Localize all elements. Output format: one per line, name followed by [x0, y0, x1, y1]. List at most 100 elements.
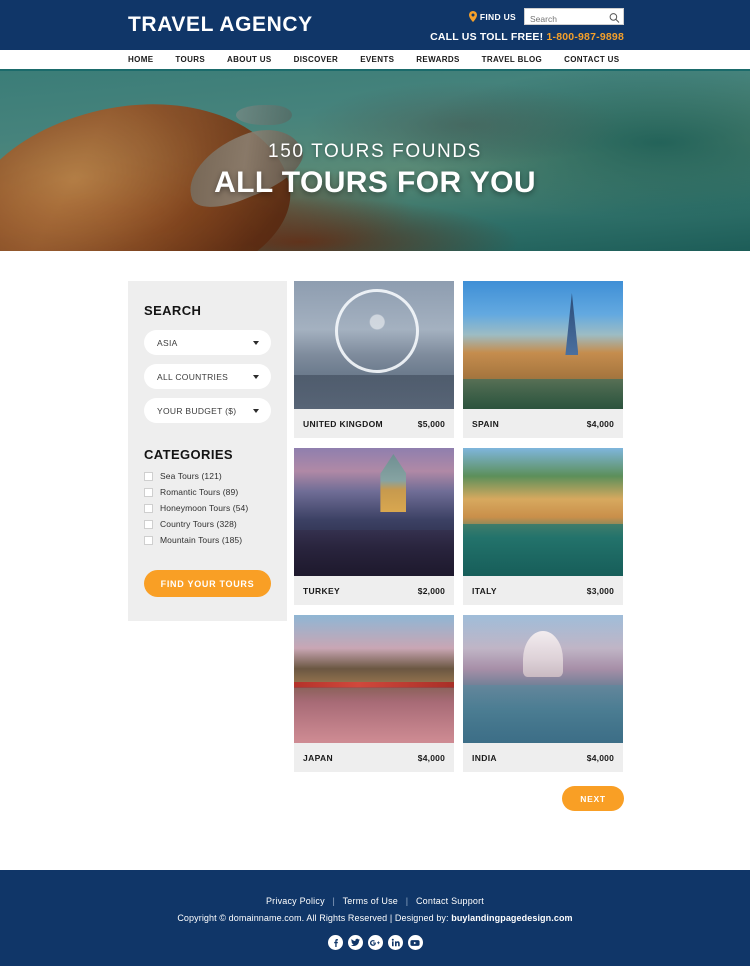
category-row[interactable]: Country Tours (328)	[144, 519, 271, 529]
tour-name: SPAIN	[472, 418, 500, 429]
tour-name: JAPAN	[303, 752, 333, 763]
checkbox-sea-tours[interactable]	[144, 471, 153, 481]
tour-price: $4,000	[417, 752, 445, 763]
google-plus-icon	[370, 939, 380, 946]
footer-link-privacy-policy[interactable]: Privacy Policy	[266, 896, 325, 906]
main-content: SEARCH ASIA ALL COUNTRIES YOUR BUDGET ($…	[0, 251, 750, 772]
category-label: Honeymoon Tours (54)	[160, 503, 249, 513]
chevron-down-icon	[253, 340, 259, 345]
toll-free-line: CALL US TOLL FREE! 1-800-987-9898	[430, 31, 624, 43]
tour-price: $4,000	[586, 418, 614, 429]
site-logo[interactable]: TRAVEL AGENCY	[128, 13, 313, 37]
tour-price: $3,000	[586, 585, 614, 596]
nav-item-events[interactable]: EVENTS	[360, 55, 394, 64]
tour-caption: INDIA $4,000	[463, 743, 623, 772]
category-row[interactable]: Honeymoon Tours (54)	[144, 503, 271, 513]
social-links	[0, 935, 750, 950]
tour-card[interactable]: SPAIN $4,000	[463, 281, 623, 438]
checkbox-mountain-tours[interactable]	[144, 535, 153, 545]
twitter-link[interactable]	[347, 935, 363, 950]
nav-item-home[interactable]: HOME	[128, 55, 153, 64]
header-search	[524, 8, 624, 27]
country-select[interactable]: ALL COUNTRIES	[144, 364, 271, 389]
tour-photo-italy[interactable]	[463, 448, 623, 576]
next-page-button[interactable]: NEXT	[562, 786, 624, 811]
fish-shape	[236, 105, 292, 125]
phone-number[interactable]: 1-800-987-9898	[546, 31, 624, 43]
tour-card[interactable]: TURKEY $2,000	[294, 448, 454, 605]
linkedin-icon	[391, 938, 400, 947]
tour-caption: ITALY $3,000	[463, 576, 623, 605]
hero-subtitle: 150 TOURS FOUNDS	[268, 141, 482, 162]
tour-name: INDIA	[472, 752, 497, 763]
call-label: CALL US TOLL FREE!	[430, 31, 544, 43]
checkbox-honeymoon-tours[interactable]	[144, 503, 153, 513]
tour-photo-india[interactable]	[463, 615, 623, 743]
nav-item-rewards[interactable]: REWARDS	[416, 55, 459, 64]
location-pin-icon	[468, 11, 477, 22]
chevron-down-icon	[253, 408, 259, 413]
find-your-tours-button[interactable]: FIND YOUR TOURS	[144, 570, 271, 597]
pagination: NEXT	[0, 772, 750, 811]
search-panel-title: SEARCH	[144, 303, 202, 318]
footer-link-contact-support[interactable]: Contact Support	[416, 896, 484, 906]
country-select-value: ALL COUNTRIES	[157, 371, 229, 382]
tour-card[interactable]: INDIA $4,000	[463, 615, 623, 772]
facebook-link[interactable]	[327, 935, 343, 950]
copyright-text: Copyright © domainname.com. All Rights R…	[177, 913, 449, 923]
nav-item-discover[interactable]: DISCOVER	[294, 55, 339, 64]
nav-item-tours[interactable]: TOURS	[175, 55, 205, 64]
footer-link-terms-of-use[interactable]: Terms of Use	[343, 896, 398, 906]
search-icon	[609, 12, 620, 23]
site-footer: Privacy Policy | Terms of Use | Contact …	[0, 870, 750, 966]
chevron-down-icon	[253, 374, 259, 379]
google-plus-link[interactable]	[367, 935, 383, 950]
category-row[interactable]: Sea Tours (121)	[144, 471, 271, 481]
nav-item-about-us[interactable]: ABOUT US	[227, 55, 272, 64]
category-row[interactable]: Mountain Tours (185)	[144, 535, 271, 545]
search-button[interactable]	[609, 11, 620, 23]
budget-select[interactable]: YOUR BUDGET ($)	[144, 398, 271, 423]
checkbox-romantic-tours[interactable]	[144, 487, 153, 497]
header-bar: TRAVEL AGENCY FIND US CA	[0, 0, 750, 50]
budget-select-value: YOUR BUDGET ($)	[157, 405, 237, 416]
category-label: Romantic Tours (89)	[160, 487, 239, 497]
filter-sidebar: SEARCH ASIA ALL COUNTRIES YOUR BUDGET ($…	[128, 281, 287, 621]
tour-caption: JAPAN $4,000	[294, 743, 454, 772]
tour-caption: UNITED KINGDOM $5,000	[294, 409, 454, 438]
tour-photo-spain[interactable]	[463, 281, 623, 409]
footer-copyright: Copyright © domainname.com. All Rights R…	[0, 913, 750, 923]
tour-name: TURKEY	[303, 585, 341, 596]
find-us-label: FIND US	[479, 11, 516, 22]
tour-grid: UNITED KINGDOM $5,000 SPAIN $4,000 TURKE…	[294, 281, 623, 772]
tour-name: UNITED KINGDOM	[303, 418, 383, 429]
region-select-value: ASIA	[157, 337, 178, 348]
tour-name: ITALY	[472, 585, 497, 596]
find-us-link[interactable]: FIND US	[468, 11, 516, 22]
region-select[interactable]: ASIA	[144, 330, 271, 355]
tour-price: $5,000	[417, 418, 445, 429]
tour-card[interactable]: UNITED KINGDOM $5,000	[294, 281, 454, 438]
tour-card[interactable]: ITALY $3,000	[463, 448, 623, 605]
tour-card[interactable]: JAPAN $4,000	[294, 615, 454, 772]
tour-price: $2,000	[417, 585, 445, 596]
checkbox-country-tours[interactable]	[144, 519, 153, 529]
hero-text-block: 150 TOURS FOUNDS ALL TOURS FOR YOU	[0, 141, 750, 200]
youtube-link[interactable]	[407, 935, 423, 950]
facebook-icon	[333, 939, 338, 947]
category-row[interactable]: Romantic Tours (89)	[144, 487, 271, 497]
hero-title: ALL TOURS FOR YOU	[214, 166, 536, 199]
tour-caption: TURKEY $2,000	[294, 576, 454, 605]
header-utilities: FIND US CALL US TOLL FREE! 1-800-987-989…	[430, 8, 624, 43]
linkedin-link[interactable]	[387, 935, 403, 950]
main-navigation: HOME TOURS ABOUT US DISCOVER EVENTS REWA…	[0, 50, 750, 71]
tour-caption: SPAIN $4,000	[463, 409, 623, 438]
tour-photo-united-kingdom[interactable]	[294, 281, 454, 409]
designer-brand-link[interactable]: buylandingpagedesign.com	[451, 913, 572, 923]
tour-photo-japan[interactable]	[294, 615, 454, 743]
tour-photo-turkey[interactable]	[294, 448, 454, 576]
twitter-icon	[350, 938, 360, 947]
category-label: Mountain Tours (185)	[160, 535, 243, 545]
nav-item-travel-blog[interactable]: TRAVEL BLOG	[482, 55, 542, 64]
nav-item-contact-us[interactable]: CONTACT US	[564, 55, 619, 64]
